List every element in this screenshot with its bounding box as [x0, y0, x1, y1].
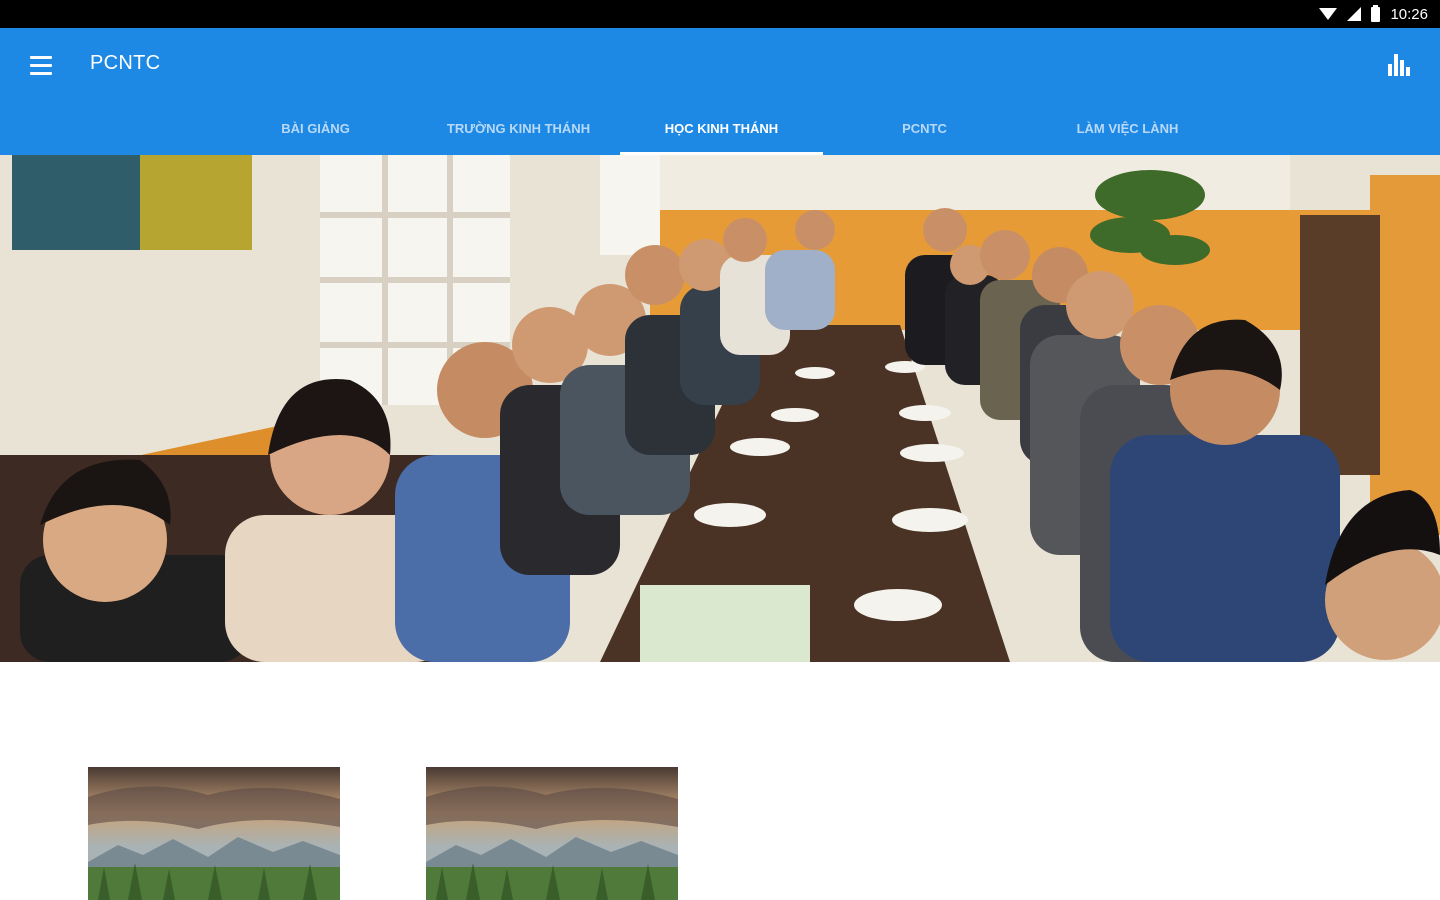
status-bar: 10:26 — [0, 0, 1440, 28]
status-time: 10:26 — [1390, 5, 1428, 23]
tab-hoc-kinh-thanh[interactable]: HỌC KINH THÁNH — [620, 102, 823, 155]
landscape-image — [426, 767, 678, 900]
tab-pcntc[interactable]: PCNTC — [823, 102, 1026, 155]
bar-chart-icon[interactable] — [1388, 50, 1418, 80]
app-bar: PCNTC BÀI GIẢNG TRƯỜNG KINH THÁNH HỌC KI… — [0, 28, 1440, 155]
menu-icon[interactable] — [24, 50, 58, 80]
tab-bai-giang[interactable]: BÀI GIẢNG — [214, 102, 417, 155]
wifi-icon — [1319, 8, 1338, 20]
app-title: PCNTC — [90, 52, 161, 74]
group-photo-image — [0, 155, 1440, 662]
tab-strip: BÀI GIẢNG TRƯỜNG KINH THÁNH HỌC KINH THÁ… — [214, 102, 1230, 155]
tab-truong-kinh-thanh[interactable]: TRƯỜNG KINH THÁNH — [417, 102, 620, 155]
landscape-thumbnail[interactable] — [88, 767, 340, 900]
tab-lam-viec-lanh[interactable]: LÀM VIỆC LÀNH — [1026, 102, 1229, 155]
signal-icon — [1347, 7, 1362, 21]
battery-icon — [1371, 4, 1381, 22]
landscape-image — [88, 767, 340, 900]
landscape-thumbnail[interactable] — [426, 767, 678, 900]
hero-photo — [0, 155, 1440, 662]
toolbar: PCNTC — [0, 28, 1440, 102]
